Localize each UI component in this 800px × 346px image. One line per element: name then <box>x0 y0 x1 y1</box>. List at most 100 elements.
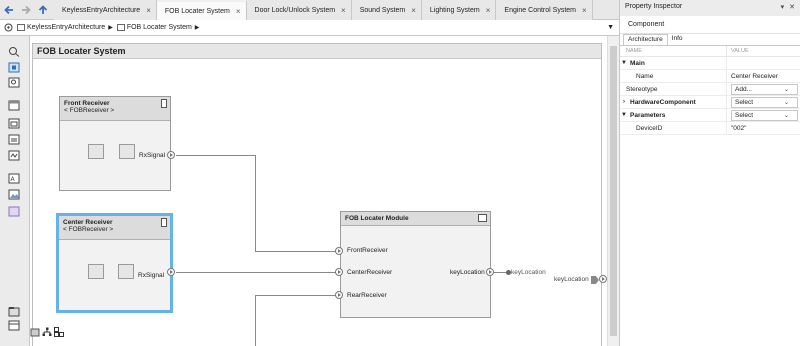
expand-right-icon[interactable]: › <box>620 99 628 105</box>
tab-door-lock-unlock-system[interactable]: Door Lock/Unlock System × <box>246 0 352 20</box>
hierarchy-view-icon[interactable] <box>42 327 52 337</box>
tab-architecture[interactable]: Architecture <box>623 34 668 45</box>
row-hardwarecomponent[interactable]: › HardwareComponent Select ⌄ <box>620 96 800 109</box>
component-name: FOB Locater Module <box>345 215 409 222</box>
image-icon[interactable] <box>8 189 20 200</box>
close-tab-icon[interactable]: × <box>236 7 241 16</box>
rxsignal-out-port[interactable] <box>167 268 175 276</box>
canvas-vertical-scrollbar[interactable] <box>607 36 619 346</box>
connection-wire[interactable] <box>255 295 256 346</box>
minimize-icon[interactable]: ▾ <box>781 4 785 11</box>
close-tab-icon[interactable]: × <box>146 6 151 15</box>
close-tab-icon[interactable]: × <box>582 6 587 15</box>
close-tab-icon[interactable]: × <box>411 6 416 15</box>
breadcrumb-dropdown-button[interactable]: ▼ <box>607 24 614 31</box>
placeholder-box <box>88 144 104 159</box>
row-stereotype[interactable]: Stereotype Add... ⌄ <box>620 83 800 96</box>
connection-wire[interactable] <box>176 272 336 273</box>
tab-sound-system[interactable]: Sound System × <box>351 0 422 20</box>
expand-down-icon[interactable]: ▼ <box>620 112 628 118</box>
breadcrumb-root-label: KeylessEntryArchitecture <box>27 24 106 31</box>
connection-wire[interactable] <box>255 251 336 252</box>
variant-component-icon[interactable] <box>8 134 20 145</box>
rxsignal-out-port[interactable] <box>167 151 175 159</box>
app-window: KeylessEntryArchitecture × FOB Locater Sys… <box>0 0 800 346</box>
hardware-dropdown[interactable]: Select ⌄ <box>731 96 798 108</box>
tab-label: KeylessEntryArchitecture <box>62 6 141 14</box>
component-type-icon <box>161 99 167 108</box>
adapter-icon[interactable] <box>8 150 20 161</box>
model-tabs: KeylessEntryArchitecture × FOB Locater Sys… <box>54 0 593 20</box>
component-tool-icon[interactable] <box>8 100 20 111</box>
port-label: RxSignal <box>138 272 165 279</box>
stereotype-dropdown[interactable]: Add... ⌄ <box>731 83 798 95</box>
explorer-bar-icon[interactable] <box>8 320 20 331</box>
tab-info[interactable]: Info <box>668 34 687 45</box>
hide-explorer-button[interactable] <box>0 23 17 32</box>
port-label: RxSignal <box>139 152 166 159</box>
component-type-icon <box>161 218 167 227</box>
center-receiver-component[interactable]: Center Receiver < FOBReceiver > RxSignal <box>56 213 173 313</box>
row-parameters[interactable]: ▼ Parameters Select ⌄ <box>620 109 800 122</box>
component-name: Front Receiver <box>64 100 110 107</box>
row-name[interactable]: Name Center Receiver <box>620 70 800 83</box>
canvas-view-icons <box>30 327 64 337</box>
zoom-area-icon[interactable] <box>8 77 20 88</box>
subsystem-type-icon <box>478 214 487 222</box>
component-stereotype: < FOBReceiver > <box>63 226 114 233</box>
close-tab-icon[interactable]: × <box>341 6 346 15</box>
in-port-label: CenterReceiver <box>347 269 393 276</box>
parameters-dropdown[interactable]: Select ⌄ <box>731 109 798 121</box>
expand-down-icon[interactable]: ▼ <box>620 60 628 66</box>
annotation-icon[interactable]: A <box>8 173 20 184</box>
model-data-icon[interactable] <box>30 327 40 337</box>
arrow-right-icon <box>21 5 31 15</box>
breadcrumb-item-root[interactable]: KeylessEntryArchitecture ▶ <box>17 24 113 31</box>
breadcrumb-arrow-icon: ▶ <box>194 25 200 31</box>
inspector-header: Property Inspector ▾ ✕ <box>620 0 800 16</box>
close-tab-icon[interactable]: × <box>486 6 491 15</box>
diagram-canvas[interactable]: FOB Locater System Front Receiver < FOBR… <box>30 36 607 346</box>
forward-button[interactable] <box>17 0 34 20</box>
reference-component-icon[interactable] <box>8 118 20 129</box>
chevron-down-icon: ⌄ <box>783 99 789 106</box>
tab-keylessentryarchitecture[interactable]: KeylessEntryArchitecture × <box>54 0 157 20</box>
placeholder-box <box>118 264 134 279</box>
tab-engine-control-system[interactable]: Engine Control System × <box>496 0 593 20</box>
rearreceiver-in-port[interactable] <box>335 291 343 299</box>
zoom-in-icon[interactable] <box>8 46 20 57</box>
breadcrumb-current-label: FOB Locater System <box>126 24 192 31</box>
model-browser-icon[interactable] <box>8 306 20 317</box>
arrow-up-icon <box>38 5 47 14</box>
close-icon[interactable]: ✕ <box>789 4 795 11</box>
property-inspector: Property Inspector ▾ ✕ Component Archite… <box>619 0 800 346</box>
deviceid-value[interactable]: "002" <box>731 125 746 132</box>
root-out-port-label: keyLocation <box>554 276 589 283</box>
scrollbar-thumb[interactable] <box>610 46 617 336</box>
row-main[interactable]: ▼ Main <box>620 57 800 70</box>
tab-fob-locater-system[interactable]: FOB Locater System × <box>156 0 247 20</box>
row-deviceid[interactable]: DeviceID "002" <box>620 122 800 135</box>
name-value[interactable]: Center Receiver <box>731 73 778 80</box>
breadcrumb-item-current[interactable]: FOB Locater System ▶ <box>116 24 200 31</box>
keylocation-out-port[interactable] <box>486 268 494 276</box>
subsystem-icon <box>116 24 125 31</box>
connection-wire[interactable] <box>255 155 256 251</box>
chevron-down-icon: ⌄ <box>783 112 789 119</box>
inspector-column-header: NAME VALUE <box>620 46 800 57</box>
back-button[interactable] <box>0 0 17 20</box>
fit-to-view-icon[interactable] <box>8 62 20 73</box>
connection-wire[interactable] <box>255 295 336 296</box>
front-receiver-component[interactable]: Front Receiver < FOBReceiver > RxSignal <box>59 96 171 191</box>
connection-wire[interactable] <box>176 155 255 156</box>
tab-lighting-system[interactable]: Lighting System × <box>421 0 497 20</box>
up-button[interactable] <box>34 0 51 20</box>
fob-locater-module-component[interactable]: FOB Locater Module FrontReceiver CenterR… <box>340 211 491 318</box>
breadcrumb-arrow-icon: ▶ <box>108 25 113 31</box>
col-name: NAME <box>620 46 727 56</box>
top-toolbar: KeylessEntryArchitecture × FOB Locater Sys… <box>0 0 619 20</box>
architecture-view-icon[interactable] <box>54 327 64 337</box>
centerreceiver-in-port[interactable] <box>335 268 343 276</box>
area-icon[interactable] <box>8 206 20 217</box>
frontreceiver-in-port[interactable] <box>335 247 343 255</box>
